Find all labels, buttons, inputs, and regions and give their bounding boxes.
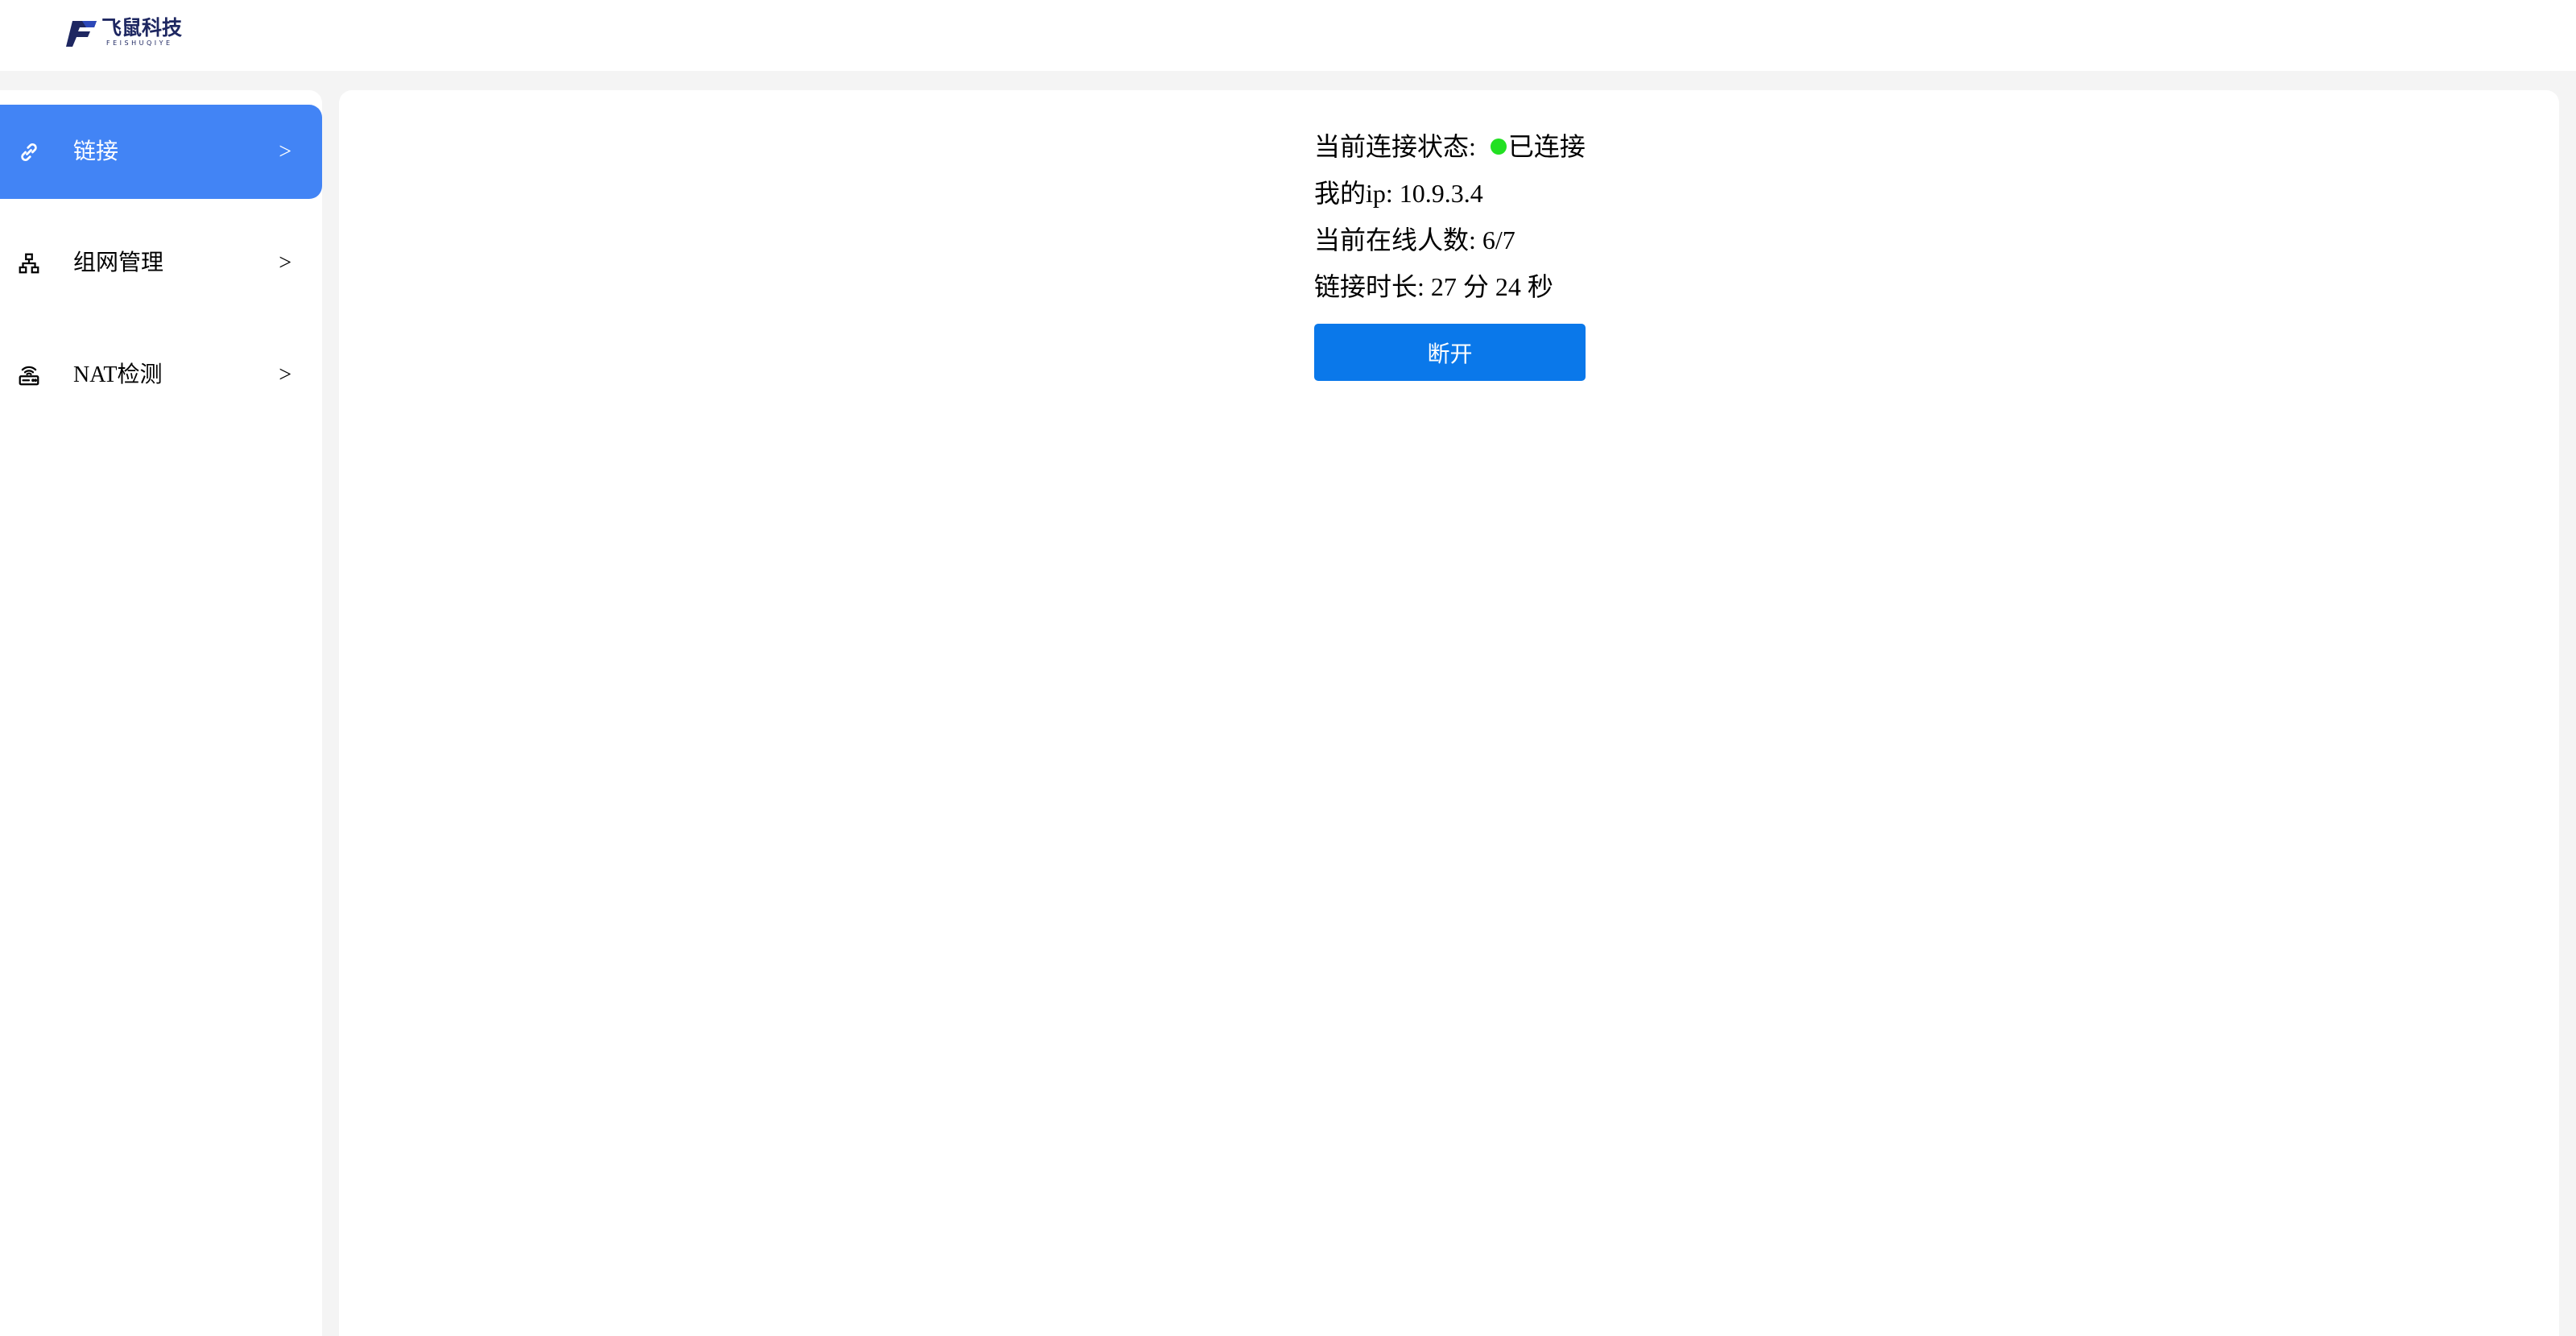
brand-name: 飞鼠科技 [101,16,183,39]
chevron-right-icon: > [279,362,292,387]
connection-state: 当前连接状态: 已连接 [1314,132,1588,161]
connection-status-panel: 当前连接状态: 已连接 我的ip: 10.9.3.4 当前在线人数: 6/7 链… [1314,132,1588,319]
online-label: 当前在线人数: [1314,225,1476,254]
sidebar: 链接 > 组网管理 > NAT检测 > [0,90,322,1336]
online-value: 6/7 [1482,225,1515,254]
connection-state-label: 当前连接状态: [1314,132,1476,161]
sidebar-item-label: 组网管理 [73,250,164,275]
brand-logo-icon [66,21,97,47]
duration-label: 链接时长: [1314,272,1424,301]
sidebar-item-link[interactable]: 链接 > [0,105,322,199]
brand-name-en: FEISHUQIYE [106,39,173,47]
my-ip: 我的ip: 10.9.3.4 [1314,179,1588,208]
top-header: 飞鼠科技 FEISHUQIYE [0,0,2576,71]
router-icon [16,362,42,388]
brand-logo[interactable]: 飞鼠科技 FEISHUQIYE [66,14,182,50]
network-icon [16,250,42,276]
link-icon [16,139,42,165]
disconnect-button[interactable]: 断开 [1314,324,1586,381]
online-count: 当前在线人数: 6/7 [1314,225,1588,254]
ip-label: 我的ip: [1314,179,1393,208]
sidebar-item-label: 链接 [73,139,119,164]
status-dot-icon [1490,139,1507,155]
ip-value: 10.9.3.4 [1399,179,1483,208]
sidebar-item-network[interactable]: 组网管理 > [0,216,322,310]
duration-value: 27 分 24 秒 [1430,272,1553,301]
chevron-right-icon: > [279,250,292,275]
connection-duration: 链接时长: 27 分 24 秒 [1314,272,1588,301]
sidebar-item-nat[interactable]: NAT检测 > [0,328,322,422]
sidebar-item-label: NAT检测 [73,362,163,387]
connection-state-value: 已连接 [1507,132,1586,161]
chevron-right-icon: > [279,139,292,164]
